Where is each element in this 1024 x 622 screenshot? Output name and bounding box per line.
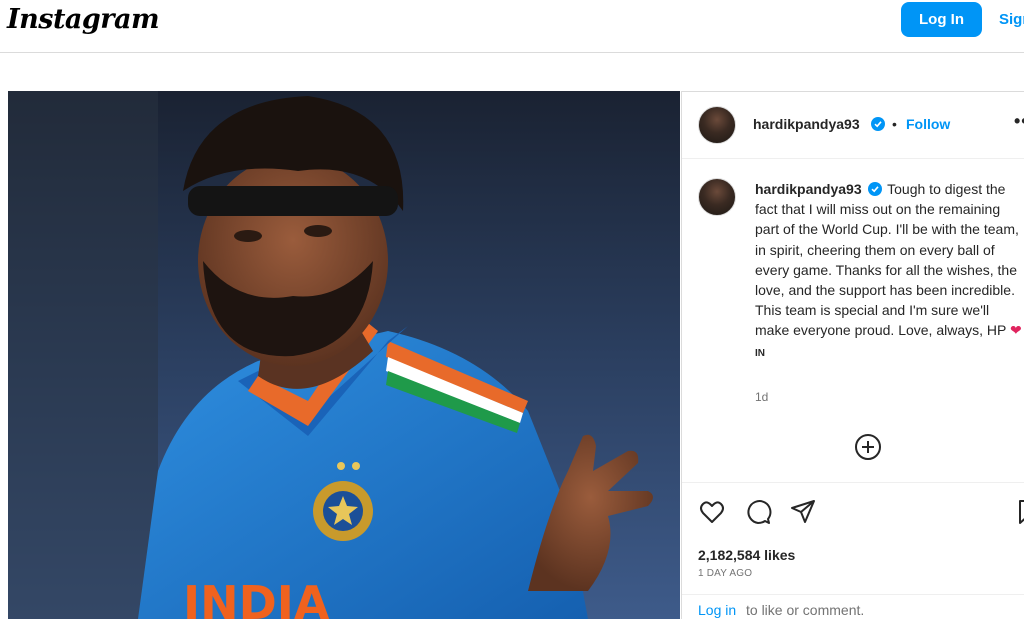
posted-time: 1 DAY AGO [698,568,753,579]
caption-username[interactable]: hardikpandya93 [755,181,862,197]
add-comment-icon[interactable] [854,433,882,461]
login-button[interactable]: Log In [901,2,982,37]
post-actions: 2,182,584 likes 1 DAY AGO Log in to like… [682,482,1024,621]
flag-emoji: IN [755,347,765,359]
login-prompt: Log in to like or comment. [682,594,1024,622]
like-heart-icon[interactable] [698,498,726,526]
caption-avatar[interactable] [698,178,736,216]
more-options-icon[interactable]: •• [1014,111,1024,132]
cricketer-photo: INDIA [8,91,680,619]
post-username[interactable]: hardikpandya93 [753,116,860,132]
signup-link[interactable]: Sign Up [999,11,1024,28]
follow-button[interactable]: Follow [906,116,950,132]
login-link[interactable]: Log in [698,602,736,618]
verified-badge-icon [871,117,885,131]
login-prompt-text: to like or comment. [746,602,865,618]
verified-badge-icon [867,182,882,196]
jersey-text: INDIA [183,576,330,619]
post-image[interactable]: INDIA [8,91,680,619]
comment-icon[interactable] [744,498,772,526]
avatar[interactable] [698,106,736,144]
bookmark-icon[interactable] [1015,498,1024,526]
post-caption: hardikpandya93 Tough to digest the fact … [755,179,1024,364]
post-header: hardikpandya93 • Follow •• [682,92,1024,159]
separator-dot: • [892,116,897,132]
caption-time: 1d [755,390,769,404]
top-navigation-bar: Instagram Log In Sign Up [0,0,1024,53]
heart-emoji: ❤ [1010,322,1022,339]
instagram-logo[interactable]: Instagram [7,4,160,35]
caption-text: Tough to digest the fact that I will mis… [755,181,1019,339]
share-icon[interactable] [789,498,817,526]
likes-count[interactable]: 2,182,584 likes [698,547,795,563]
post-side-panel: hardikpandya93 • Follow •• hardikpandya9… [681,91,1024,619]
